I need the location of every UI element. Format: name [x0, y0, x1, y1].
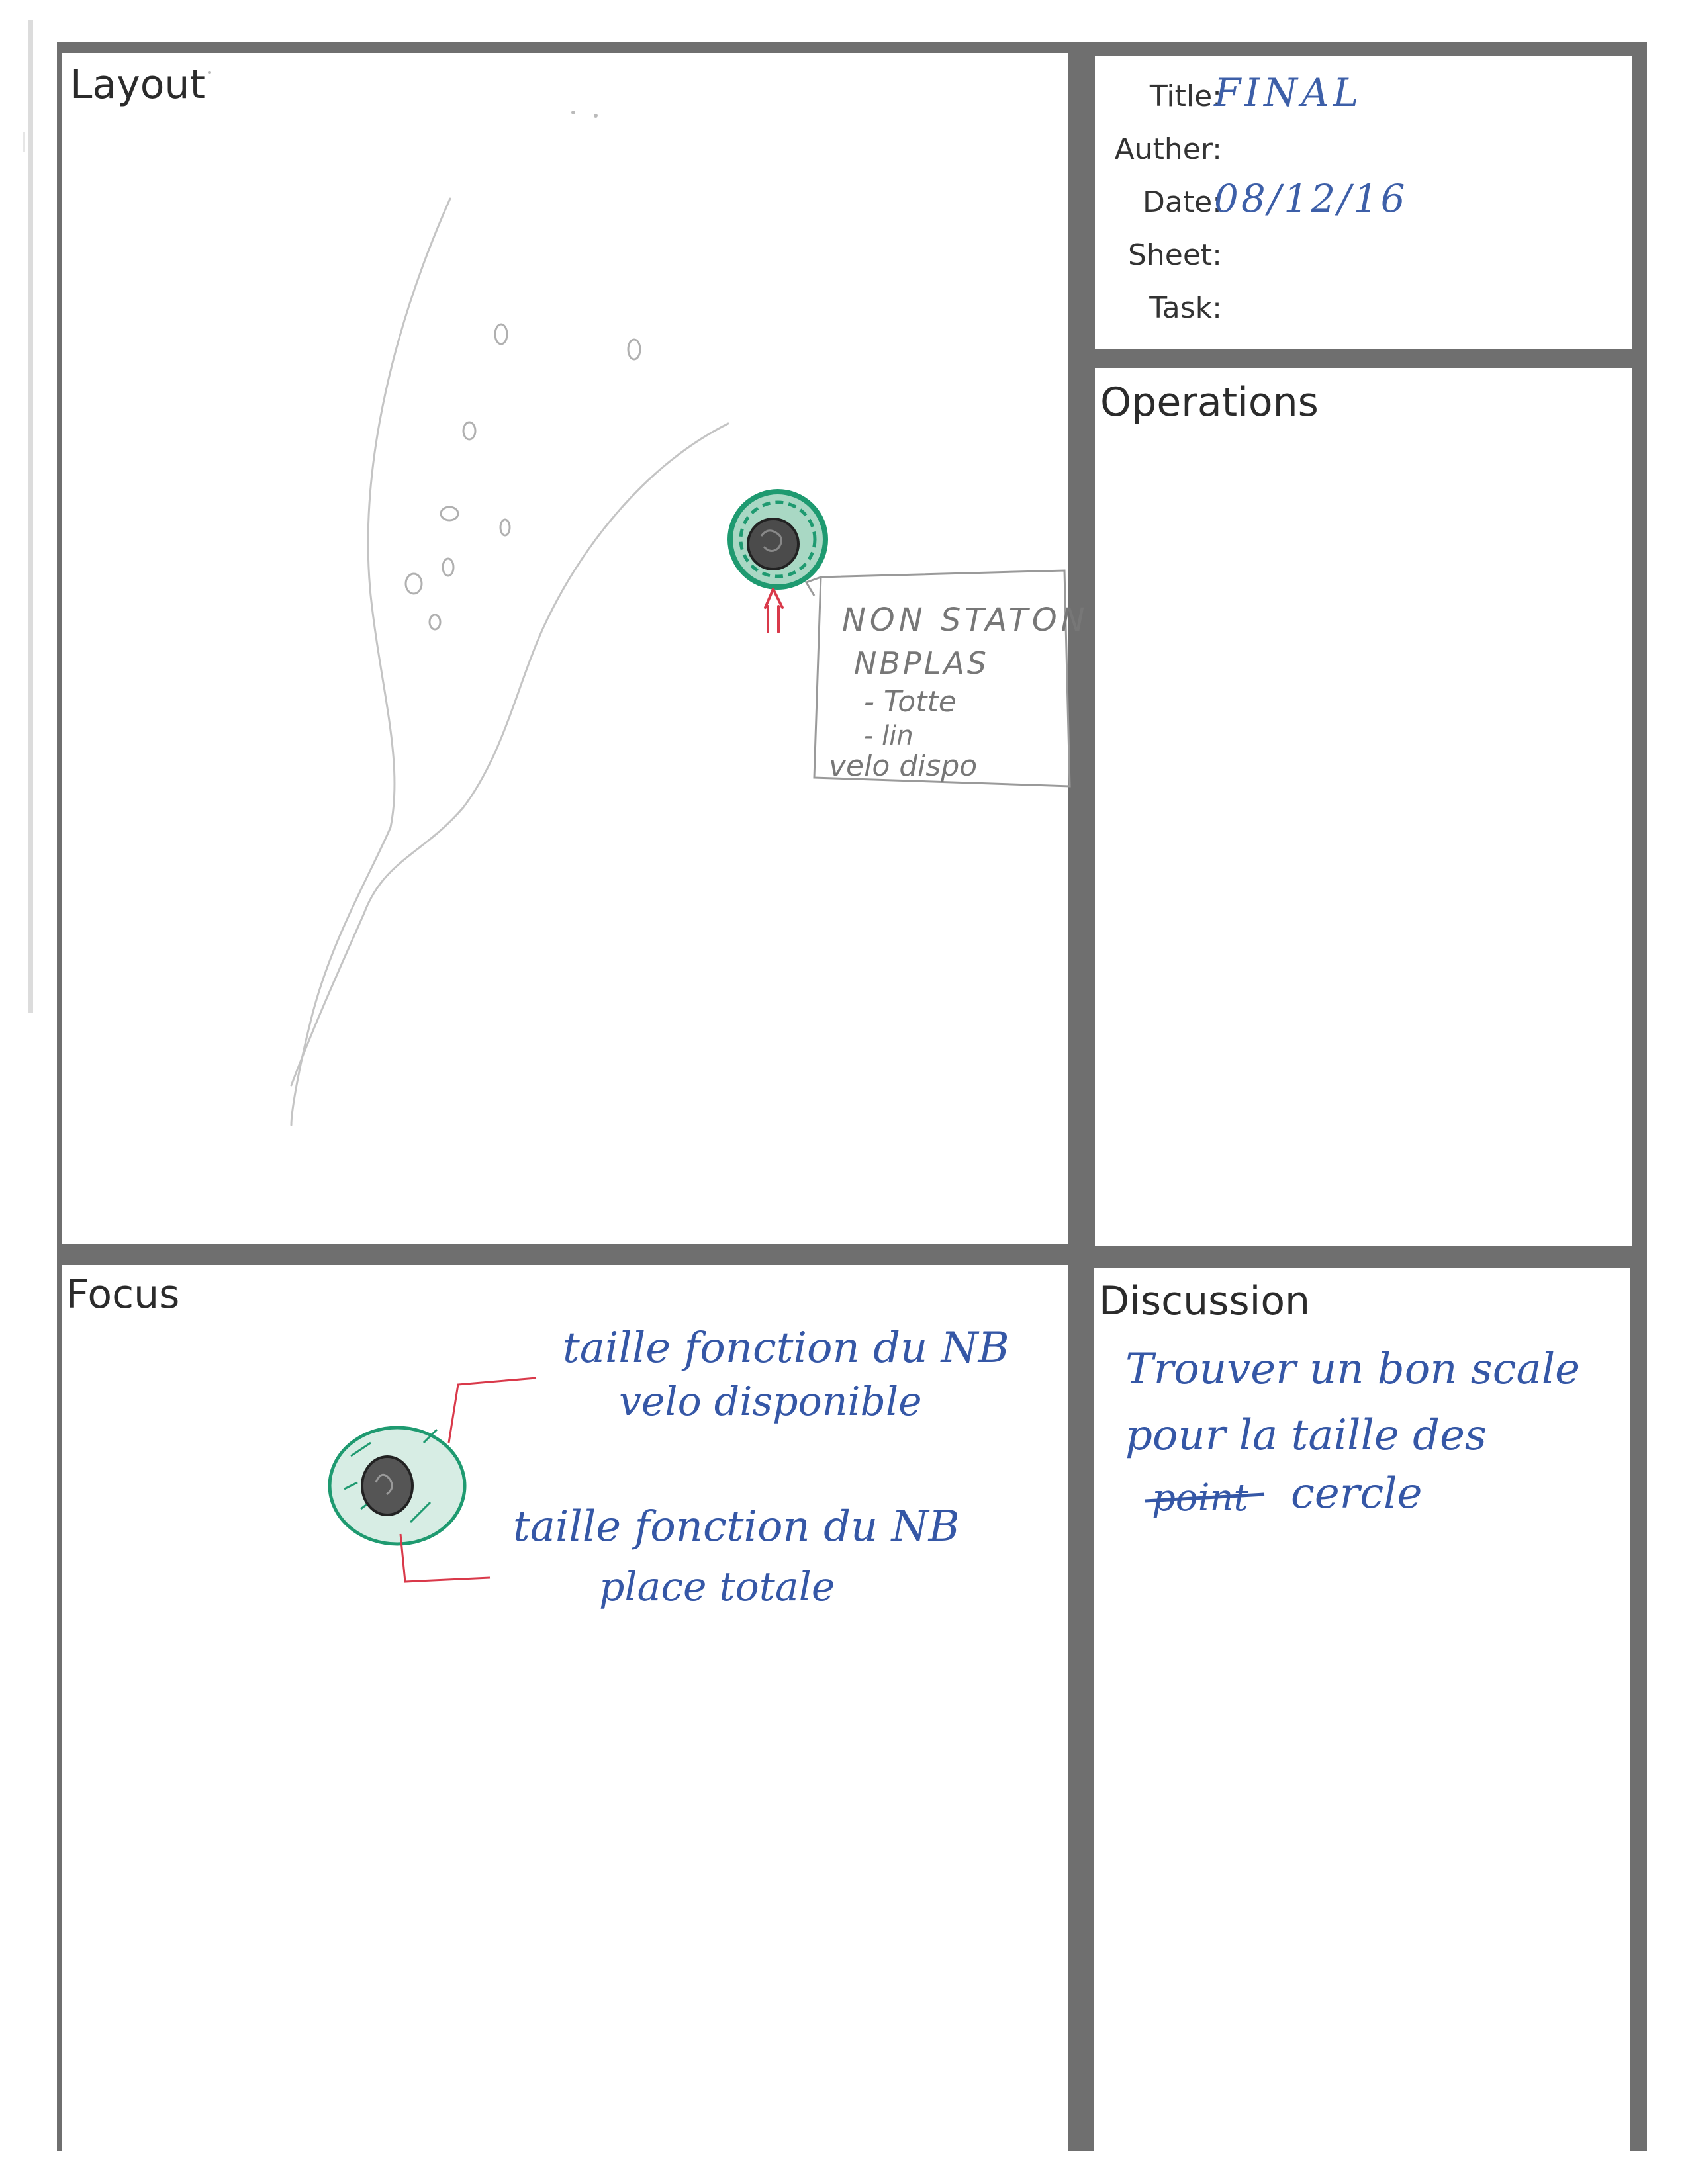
location-pointer-icon	[764, 588, 784, 633]
discussion-line-2: pour la taille des	[1125, 1411, 1487, 1460]
popup-line-3: - Totte	[864, 685, 957, 719]
pencil-dots	[404, 323, 641, 631]
discussion-line-1: Trouver un bon scale	[1125, 1345, 1580, 1394]
focus-note-top-line-2: velo disponible	[619, 1379, 922, 1425]
focus-note-top-line-1: taille fonction du NB	[563, 1324, 1009, 1373]
focus-station-icon	[328, 1426, 467, 1546]
popup-line-5: velo dispo	[829, 749, 977, 783]
station-marker-icon	[727, 489, 828, 590]
pencil-specks	[208, 71, 598, 118]
popup-line-1: NON STATON	[842, 602, 1089, 639]
focus-note-bottom-line-1: taille fonction du NB	[513, 1502, 960, 1551]
focus-note-bottom-line-2: place totale	[599, 1564, 835, 1610]
sketch-overlay: NON STATON NBPLAS - Totte - lin velo dis…	[208, 71, 1580, 1610]
popup-line-2: NBPLAS	[854, 645, 989, 681]
storyboard-sheet: Layout Title: FINAL Auther: Date: 08/12/…	[0, 0, 1688, 2184]
station-popup-sketch: NON STATON NBPLAS - Totte - lin velo dis…	[804, 569, 1089, 788]
discussion-line-3: cercle	[1291, 1469, 1423, 1518]
popup-line-4: - lin	[864, 721, 914, 751]
pencil-river-sketch	[290, 197, 729, 1126]
